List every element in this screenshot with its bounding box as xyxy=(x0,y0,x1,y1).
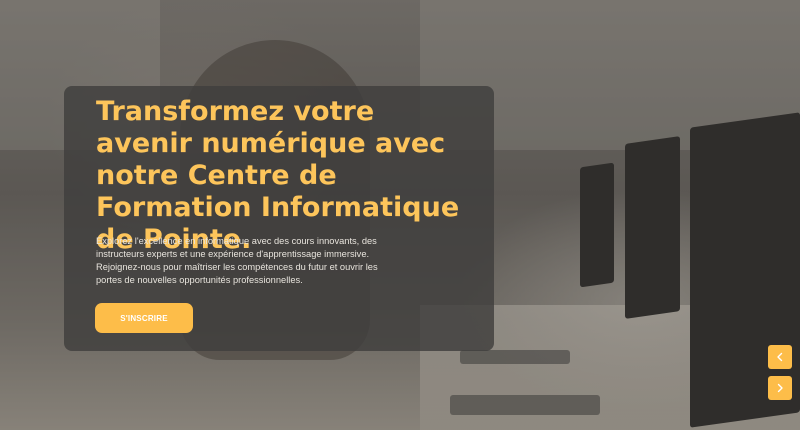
slider-prev-button[interactable] xyxy=(768,345,792,369)
chevron-right-icon xyxy=(777,383,783,393)
hero-title: Transformez votre avenir numérique avec … xyxy=(96,96,460,255)
hero-panel: Transformez votre avenir numérique avec … xyxy=(64,86,494,351)
slider-next-button[interactable] xyxy=(768,376,792,400)
hero-description: Explorez l'excellence en informatique av… xyxy=(96,236,378,285)
chevron-left-icon xyxy=(777,352,783,362)
signup-button[interactable]: S'INSCRIRE xyxy=(95,303,193,333)
